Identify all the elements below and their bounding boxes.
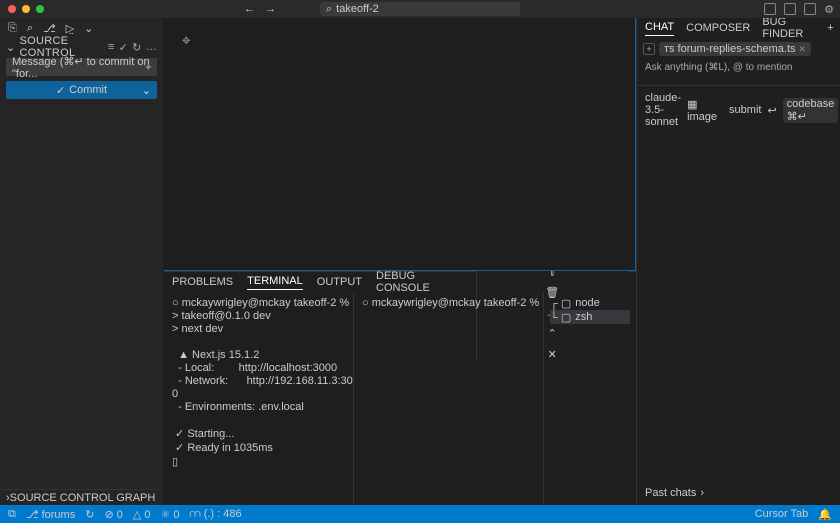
layout-bottom-icon[interactable] xyxy=(784,3,796,15)
commit-message-input[interactable]: Message (⌘↵ to commit on "for... ✦ xyxy=(6,58,157,76)
command-search[interactable]: ⌕ takeoff-2 xyxy=(320,2,520,16)
more-actions-icon[interactable]: … xyxy=(146,41,157,53)
remote-indicator[interactable]: ⧉ xyxy=(8,508,16,521)
tab-problems[interactable]: PROBLEMS xyxy=(172,276,233,288)
image-attach[interactable]: ▦ image xyxy=(687,98,717,123)
nav-forward-icon[interactable]: → xyxy=(265,3,276,15)
terminal-item-zsh[interactable]: └ ▢ zsh xyxy=(550,310,630,324)
submit-arrow-icon: ↩ xyxy=(767,104,776,117)
chat-input[interactable]: Ask anything (⌘L), @ to mention xyxy=(637,60,840,75)
run-debug-icon[interactable]: ▷̤ xyxy=(66,22,74,35)
check-icon: ✓ xyxy=(56,84,65,97)
terminal-2[interactable]: ○ mckaywrigley@mckay takeoff-2 % ▯ xyxy=(354,292,544,505)
minimize-window[interactable] xyxy=(22,5,30,13)
context-chips: + ᴛs forum-replies-schema.ts ✕ xyxy=(637,38,840,60)
search-icon: ⌕ xyxy=(326,3,332,16)
codebase-pill[interactable]: codebase ⌘↵ xyxy=(783,98,839,123)
close-window[interactable] xyxy=(8,5,16,13)
layout-right-icon[interactable] xyxy=(804,3,816,15)
tab-output[interactable]: OUTPUT xyxy=(317,276,362,288)
terminal-list: ┌ ▢ node └ ▢ zsh xyxy=(544,292,636,505)
nav-back-icon[interactable]: ← xyxy=(244,3,255,15)
warnings-count[interactable]: △ 0 xyxy=(133,508,151,521)
chat-tabs: CHAT COMPOSER BUG FINDER + ↻ … xyxy=(637,18,840,38)
submit-label[interactable]: submit xyxy=(729,104,761,116)
remove-chip-icon[interactable]: ✕ xyxy=(799,44,807,55)
editor-area[interactable]: ✥ xyxy=(164,18,636,271)
cursor-tab[interactable]: Cursor Tab xyxy=(755,508,809,520)
search-text: takeoff-2 xyxy=(336,3,379,15)
tab-terminal[interactable]: TERMINAL xyxy=(247,275,303,290)
line-info[interactable]: ⩋ (.) : 486 xyxy=(190,508,242,521)
chat-meta-bar: claude-3.5-sonnet ▦ image submit ↩ codeb… xyxy=(637,85,840,134)
bottom-panel: PROBLEMS TERMINAL OUTPUT DEBUG CONSOLE ▢… xyxy=(164,271,636,505)
tab-debug-console[interactable]: DEBUG CONSOLE xyxy=(376,270,448,294)
commit-label: Commit xyxy=(69,84,107,96)
source-control-header[interactable]: ⌄ SOURCE CONTROL ≡ ✓ ↻ … xyxy=(0,38,163,56)
tab-chat[interactable]: CHAT xyxy=(645,21,674,36)
status-metric[interactable]: ⚛ 0 xyxy=(160,508,179,521)
file-icon: ᴛs xyxy=(664,43,675,55)
git-branch[interactable]: ⎇ forums xyxy=(26,508,75,521)
errors-count[interactable]: ⊘ 0 xyxy=(104,508,122,521)
search-tool-icon[interactable]: ⌕ xyxy=(27,22,33,35)
refresh-icon[interactable]: ↻ xyxy=(132,41,142,54)
source-control-icon[interactable]: ⎇ xyxy=(43,22,56,35)
model-label[interactable]: claude-3.5-sonnet xyxy=(645,92,681,128)
context-chip[interactable]: ᴛs forum-replies-schema.ts ✕ xyxy=(659,42,811,56)
chip-label: forum-replies-schema.ts xyxy=(678,43,796,55)
sparkle-icon[interactable]: ✦ xyxy=(144,61,153,74)
chevron-down-icon[interactable]: ⌄ xyxy=(142,84,151,97)
sidebar: ⎘ ⌕ ⎇ ▷̤ ⌄ ⌄ SOURCE CONTROL ≡ ✓ ↻ … Mess… xyxy=(0,18,164,505)
view-list-icon[interactable]: ≡ xyxy=(108,41,115,53)
main-area: ✥ PROBLEMS TERMINAL OUTPUT DEBUG CONSOLE… xyxy=(164,18,636,505)
maximize-window[interactable] xyxy=(36,5,44,13)
settings-gear-icon[interactable]: ⚙ xyxy=(824,3,834,16)
chevron-down-icon: ⌄ xyxy=(6,41,16,54)
commit-button[interactable]: ✓ Commit ⌄ xyxy=(6,81,157,99)
past-chats[interactable]: Past chats› xyxy=(637,481,840,505)
source-control-graph-header[interactable]: › SOURCE CONTROL GRAPH xyxy=(0,489,163,505)
panel-tabs: PROBLEMS TERMINAL OUTPUT DEBUG CONSOLE ▢… xyxy=(164,272,636,292)
tab-composer[interactable]: COMPOSER xyxy=(686,22,750,34)
terminal-1[interactable]: ○ mckaywrigley@mckay takeoff-2 % npm run… xyxy=(164,292,354,505)
move-cursor-icon: ✥ xyxy=(182,36,190,47)
commit-placeholder: Message (⌘↵ to commit on "for... xyxy=(12,55,151,80)
layout-left-icon[interactable] xyxy=(764,3,776,15)
explorer-icon[interactable]: ⎘ xyxy=(8,22,17,35)
add-context-icon[interactable]: + xyxy=(643,43,655,55)
notifications-icon[interactable]: 🔔 xyxy=(818,508,832,521)
history-nav: ← → xyxy=(244,3,276,15)
titlebar-right: ⚙ xyxy=(764,3,834,16)
window-controls xyxy=(0,5,44,13)
new-chat-icon[interactable]: + xyxy=(827,22,833,34)
tab-bug-finder[interactable]: BUG FINDER xyxy=(762,16,803,40)
terminal-container: ○ mckaywrigley@mckay takeoff-2 % npm run… xyxy=(164,292,636,505)
sync-icon[interactable]: ↻ xyxy=(85,508,94,521)
chevron-right-icon: › xyxy=(700,487,704,499)
titlebar: ← → ⌕ takeoff-2 ⚙ xyxy=(0,0,840,18)
status-bar: ⧉ ⎇ forums ↻ ⊘ 0 △ 0 ⚛ 0 ⩋ (.) : 486 Cur… xyxy=(0,505,840,523)
commit-check-icon[interactable]: ✓ xyxy=(119,41,129,54)
terminal-item-node[interactable]: ┌ ▢ node xyxy=(550,296,630,310)
graph-title: SOURCE CONTROL GRAPH xyxy=(10,492,156,504)
chat-sidebar: CHAT COMPOSER BUG FINDER + ↻ … + ᴛs foru… xyxy=(636,18,840,505)
more-icon[interactable]: ⌄ xyxy=(84,22,93,35)
